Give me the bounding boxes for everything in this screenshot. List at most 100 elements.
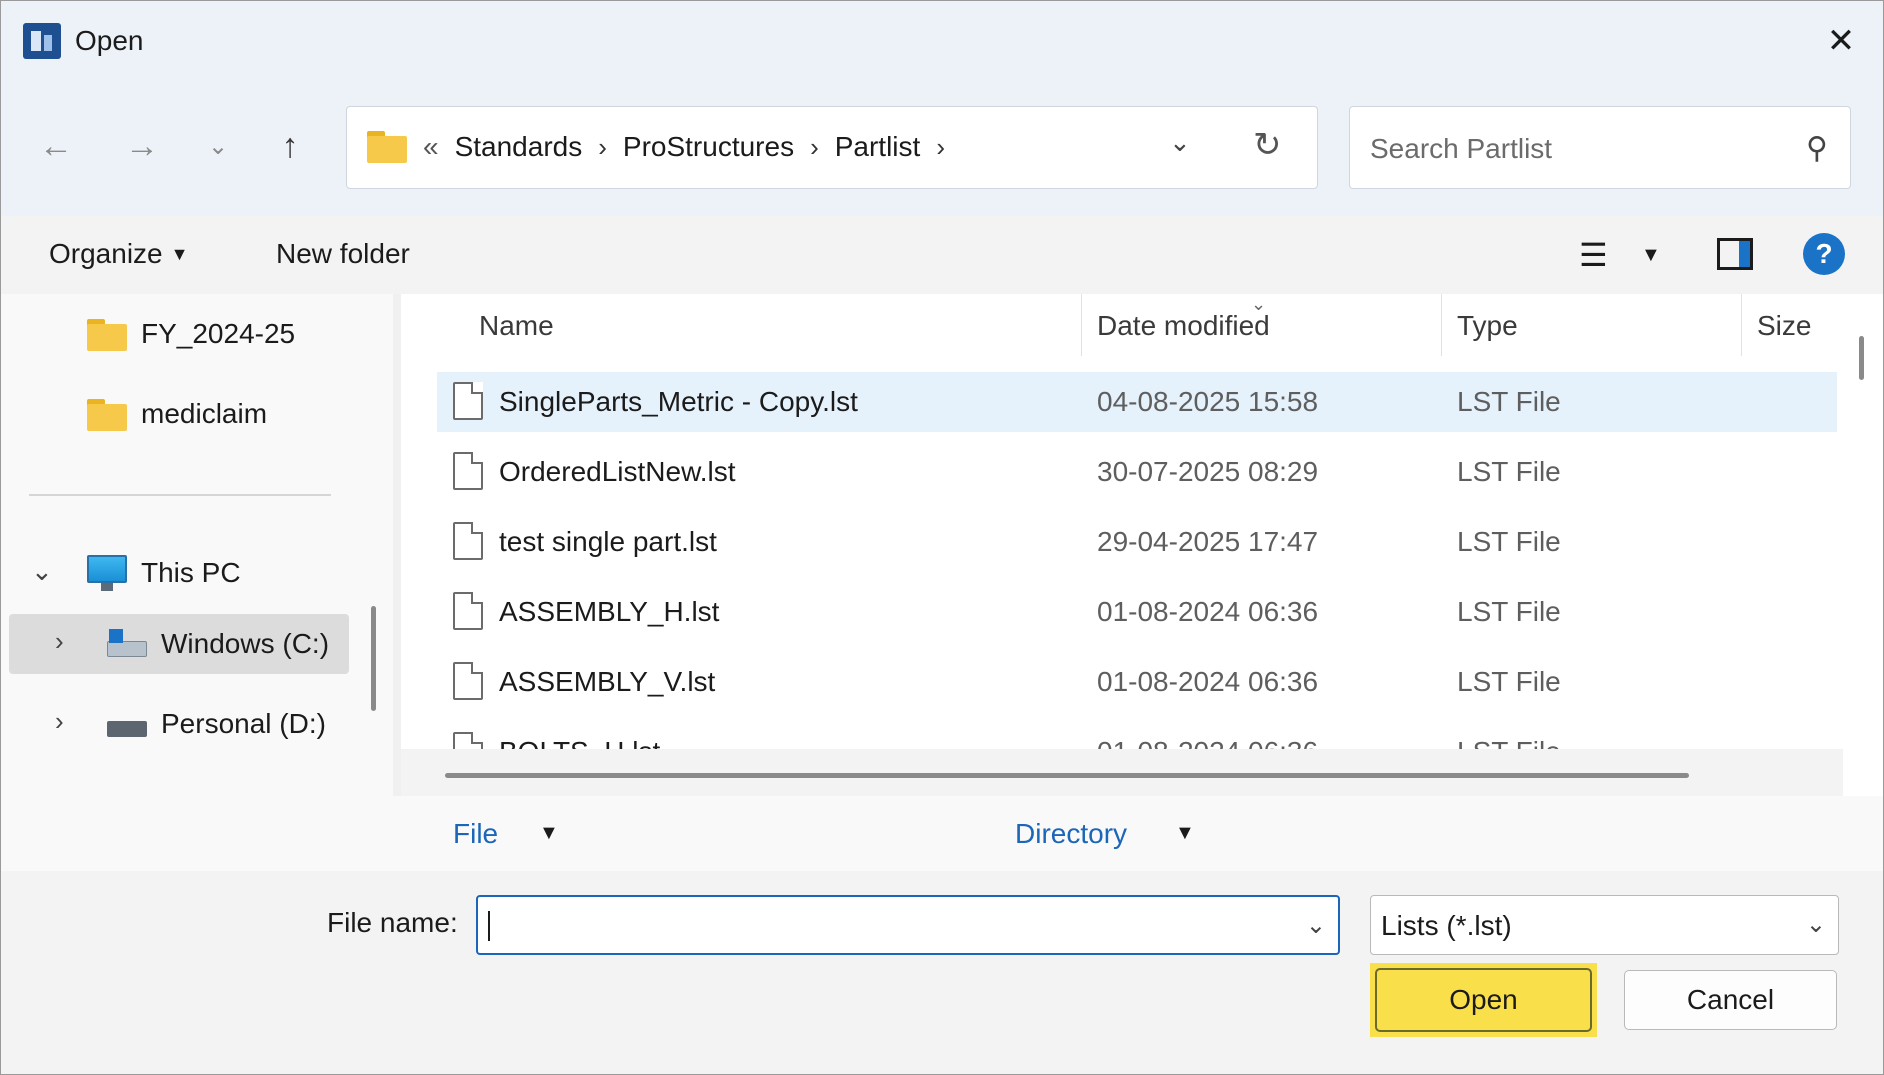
address-dropdown-chevron-icon[interactable]: ⌄ [1169, 127, 1191, 158]
windows-drive-icon [107, 629, 147, 659]
file-filter-link[interactable]: File [453, 818, 498, 850]
navigation-pane: FY_2024-25 mediclaim ⌄ This PC Windows (… [1, 294, 393, 796]
caret-down-icon[interactable]: ▼ [1175, 822, 1195, 845]
organize-menu[interactable]: Organize ▼ [49, 238, 188, 270]
command-bar: Organize ▼ New folder ☰ ▼ ? [1, 216, 1883, 294]
file-type: LST File [1457, 456, 1561, 487]
recent-locations-chevron-icon[interactable]: ⌄ [193, 121, 243, 171]
file-type-value: Lists (*.lst) [1381, 910, 1512, 941]
open-file-dialog: Open ✕ ← → ⌄ ↑ « Standards › ProStructur… [0, 0, 1884, 1075]
sidebar-scrollbar[interactable] [371, 606, 376, 711]
organize-label: Organize [49, 238, 163, 269]
file-row[interactable]: OrderedListNew.lst 30-07-2025 08:29 LST … [437, 442, 1837, 502]
search-placeholder: Search Partlist [1370, 133, 1553, 164]
preview-pane-icon[interactable] [1717, 238, 1753, 270]
file-name: OrderedListNew.lst [499, 456, 736, 487]
file-row[interactable]: ASSEMBLY_H.lst 01-08-2024 06:36 LST File [437, 582, 1837, 642]
up-arrow-icon[interactable]: ↑ [265, 121, 315, 171]
file-icon [453, 662, 483, 700]
file-icon [453, 382, 483, 420]
file-list: Name ⌄ Date modified Type Size SinglePar… [401, 294, 1843, 770]
breadcrumb-overflow-icon[interactable]: « [423, 131, 439, 163]
file-type: LST File [1457, 666, 1561, 697]
file-date: 29-04-2025 17:47 [1097, 526, 1319, 557]
column-divider[interactable] [1081, 294, 1082, 356]
address-bar[interactable]: « Standards › ProStructures › Partlist ›… [346, 106, 1318, 189]
file-row[interactable]: test single part.lst 29-04-2025 17:47 LS… [437, 512, 1837, 572]
chevron-down-icon: ⌄ [1805, 911, 1826, 938]
search-input[interactable]: Search Partlist ⚲ [1349, 106, 1851, 189]
app-icon [23, 23, 61, 59]
column-header-size[interactable]: Size [1757, 310, 1811, 342]
new-folder-button[interactable]: New folder [276, 238, 410, 270]
view-list-icon[interactable]: ☰ [1579, 236, 1608, 274]
bottom-panel: File name: ⌄ Lists (*.lst) ⌄ Open Cancel [1, 871, 1883, 1074]
directory-filter-link[interactable]: Directory [1015, 818, 1127, 850]
vertical-scrollbar[interactable] [1859, 336, 1864, 380]
text-cursor [488, 911, 490, 941]
close-button[interactable]: ✕ [1799, 1, 1883, 81]
column-divider[interactable] [1441, 294, 1442, 356]
expand-chevron-icon[interactable]: › [55, 626, 64, 657]
view-options-caret-icon[interactable]: ▼ [1641, 244, 1661, 267]
column-header-type[interactable]: Type [1457, 310, 1518, 342]
sidebar-item-label: Windows (C:) [161, 628, 330, 659]
sidebar-item-mediclaim[interactable]: mediclaim [87, 384, 267, 444]
caret-down-icon: ▼ [170, 244, 189, 264]
file-icon [453, 592, 483, 630]
drive-icon [107, 709, 147, 739]
window-title: Open [75, 25, 144, 56]
breadcrumb-prostructures[interactable]: ProStructures [623, 131, 794, 163]
breadcrumb-partlist[interactable]: Partlist [835, 131, 921, 163]
file-type-select[interactable]: Lists (*.lst) ⌄ [1370, 895, 1839, 955]
collapse-chevron-icon[interactable]: ⌄ [31, 556, 53, 587]
title-bar: Open ✕ [1, 1, 1883, 81]
back-arrow-icon[interactable]: ← [31, 121, 81, 171]
column-header-name[interactable]: Name [479, 310, 554, 342]
file-date: 04-08-2025 15:58 [1097, 386, 1319, 417]
navigation-bar: ← → ⌄ ↑ « Standards › ProStructures › Pa… [1, 81, 1883, 216]
file-name: test single part.lst [499, 526, 717, 557]
file-name: ASSEMBLY_V.lst [499, 666, 716, 697]
help-icon[interactable]: ? [1803, 233, 1845, 275]
file-date: 30-07-2025 08:29 [1097, 456, 1319, 487]
file-type: LST File [1457, 386, 1561, 417]
file-name-field[interactable]: ⌄ [476, 895, 1340, 955]
sidebar-item-fy-2024-25[interactable]: FY_2024-25 [87, 304, 295, 364]
pc-icon [87, 555, 127, 591]
sidebar-item-personal-d[interactable]: Personal (D:) [107, 694, 326, 754]
breadcrumb-standards[interactable]: Standards [455, 131, 583, 163]
forward-arrow-icon[interactable]: → [117, 121, 167, 171]
file-name-history-chevron-icon[interactable]: ⌄ [1306, 911, 1326, 940]
expand-chevron-icon[interactable]: › [55, 706, 64, 737]
open-button-highlight: Open [1370, 963, 1597, 1037]
sidebar-divider [29, 494, 331, 496]
file-date: 01-08-2024 06:36 [1097, 666, 1319, 697]
file-type: LST File [1457, 596, 1561, 627]
breadcrumb: « Standards › ProStructures › Partlist › [423, 131, 961, 163]
file-name: ASSEMBLY_H.lst [499, 596, 720, 627]
folder-icon [87, 319, 127, 351]
folder-icon [87, 399, 127, 431]
file-row[interactable]: ASSEMBLY_V.lst 01-08-2024 06:36 LST File [437, 652, 1837, 712]
filter-bar: File ▼ Directory ▼ [1, 796, 1883, 871]
pane-splitter[interactable] [393, 294, 401, 796]
column-divider[interactable] [1741, 294, 1742, 356]
sidebar-item-label: FY_2024-25 [141, 318, 296, 349]
column-header-date-modified[interactable]: Date modified [1097, 310, 1270, 342]
caret-down-icon[interactable]: ▼ [539, 822, 559, 845]
breadcrumb-separator-icon[interactable]: › [598, 132, 607, 163]
file-type: LST File [1457, 526, 1561, 557]
cancel-button[interactable]: Cancel [1624, 970, 1837, 1030]
horizontal-scrollbar[interactable] [445, 773, 1689, 778]
file-row[interactable]: SingleParts_Metric - Copy.lst 04-08-2025… [437, 372, 1837, 432]
sidebar-item-label: mediclaim [141, 398, 268, 429]
open-button[interactable]: Open [1375, 968, 1592, 1032]
sidebar-item-this-pc[interactable]: This PC [87, 543, 241, 603]
breadcrumb-separator-icon[interactable]: › [810, 132, 819, 163]
sidebar-item-label: Personal (D:) [161, 708, 326, 739]
breadcrumb-separator-icon[interactable]: › [936, 132, 945, 163]
search-icon[interactable]: ⚲ [1806, 131, 1828, 166]
file-name: SingleParts_Metric - Copy.lst [499, 386, 858, 417]
refresh-icon[interactable]: ↻ [1253, 125, 1282, 165]
